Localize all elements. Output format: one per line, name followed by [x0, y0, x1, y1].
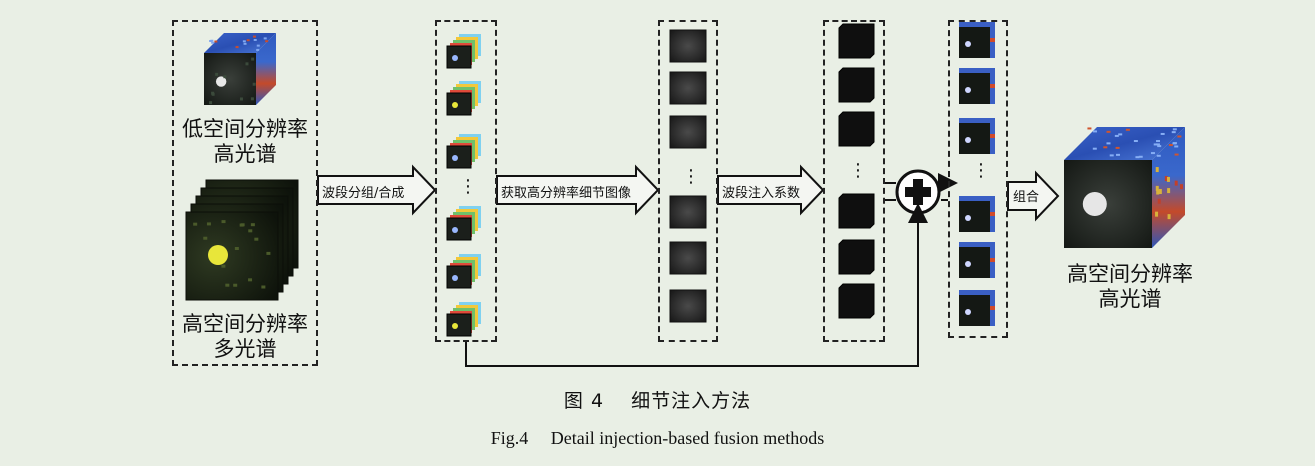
ellipsis-detail: ⋮: [682, 166, 700, 187]
diagram: 低空间分辨率 高光谱 高空间分辨率 多光谱 高空间分辨率 高光谱 波段分组/合成…: [0, 0, 1315, 462]
caption-cn: 图 4 细节注入方法: [0, 386, 1315, 413]
injection-coef-box: [823, 20, 885, 342]
output-hs-label-line2: 高光谱: [1050, 287, 1210, 312]
caption-en: Fig.4 Detail injection-based fusion meth…: [0, 424, 1315, 450]
plus-v: [913, 179, 923, 205]
combine-arrow-label: 组合: [1013, 186, 1039, 205]
output-hs-cube: [1064, 127, 1185, 248]
lowres-hs-label-line1: 低空间分辨率: [172, 117, 318, 142]
ellipsis-combined: ⋮: [972, 160, 990, 181]
output-hs-label-line1: 高空间分辨率: [1050, 262, 1210, 287]
lowres-hs-label-line2: 高光谱: [172, 142, 318, 167]
highres-ms-label: 高空间分辨率 多光谱: [172, 312, 318, 362]
band-group-arrow-label: 波段分组/合成: [322, 182, 404, 201]
output-cube-front: [1064, 160, 1152, 248]
highres-ms-label-line2: 多光谱: [172, 337, 318, 362]
output-target: [1083, 192, 1107, 216]
ellipsis-band-group: ⋮: [459, 176, 477, 197]
extract-detail-arrow-label: 获取高分辨率细节图像: [501, 182, 631, 201]
injection-coef-arrow-label: 波段注入系数: [722, 182, 800, 201]
lowres-hs-label: 低空间分辨率 高光谱: [172, 117, 318, 167]
highres-ms-label-line1: 高空间分辨率: [172, 312, 318, 337]
output-hs-label: 高空间分辨率 高光谱: [1050, 262, 1210, 312]
ellipsis-coef: ⋮: [849, 160, 867, 181]
